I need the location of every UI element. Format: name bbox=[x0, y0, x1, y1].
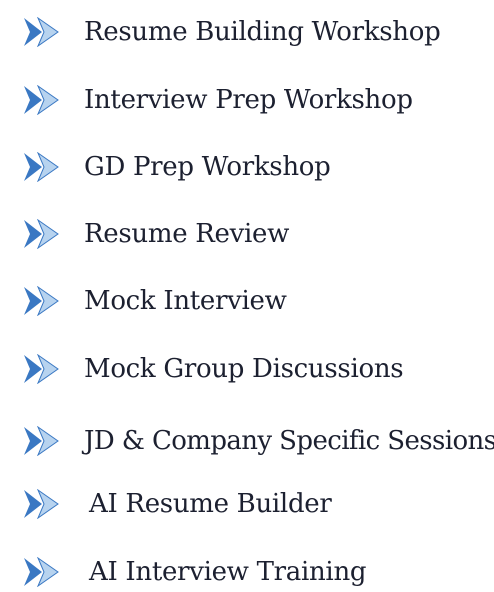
double-chevron-right-icon bbox=[22, 286, 62, 316]
list-item-label: GD Prep Workshop bbox=[84, 152, 331, 182]
list-item-label: Resume Building Workshop bbox=[84, 17, 441, 47]
double-chevron-right-icon bbox=[22, 85, 62, 115]
list-item: JD & Company Specific Sessions bbox=[0, 421, 494, 461]
list-item: Interview Prep Workshop bbox=[0, 80, 494, 120]
list-item: AI Interview Training bbox=[0, 552, 494, 592]
list-item-label: AI Interview Training bbox=[89, 557, 367, 587]
list-item: Resume Review bbox=[0, 214, 494, 254]
list-item: Resume Building Workshop bbox=[0, 12, 494, 52]
list-item-label: Resume Review bbox=[84, 219, 290, 249]
list-item: GD Prep Workshop bbox=[0, 147, 494, 187]
list-item-label: Mock Interview bbox=[84, 286, 287, 316]
list-item: AI Resume Builder bbox=[0, 484, 494, 524]
double-chevron-right-icon bbox=[22, 426, 62, 456]
list-item: Mock Group Discussions bbox=[0, 349, 494, 389]
double-chevron-right-icon bbox=[22, 489, 62, 519]
double-chevron-right-icon bbox=[22, 219, 62, 249]
double-chevron-right-icon bbox=[22, 17, 62, 47]
double-chevron-right-icon bbox=[22, 152, 62, 182]
list-item-label: Interview Prep Workshop bbox=[84, 85, 413, 115]
double-chevron-right-icon bbox=[22, 557, 62, 587]
list-item: Mock Interview bbox=[0, 281, 494, 321]
service-list: Resume Building Workshop Interview Prep … bbox=[0, 0, 494, 587]
list-item-label: JD & Company Specific Sessions bbox=[84, 426, 494, 456]
list-item-label: AI Resume Builder bbox=[89, 489, 332, 519]
double-chevron-right-icon bbox=[22, 354, 62, 384]
list-item-label: Mock Group Discussions bbox=[84, 354, 404, 384]
